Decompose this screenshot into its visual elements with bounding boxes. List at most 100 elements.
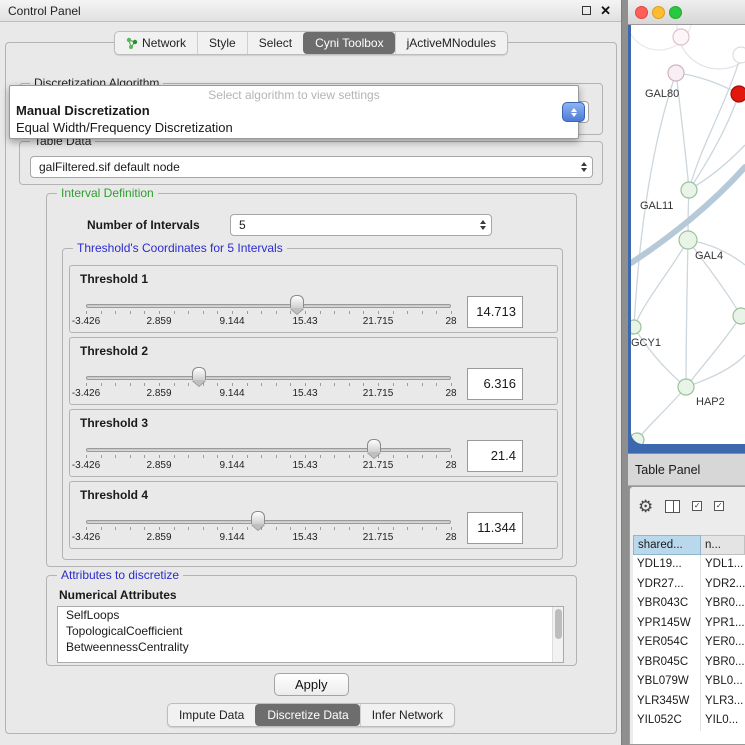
table-row[interactable]: YIL052CYIL0... <box>633 711 745 731</box>
tab-network[interactable]: Network <box>115 32 197 54</box>
tick-mark <box>86 383 87 386</box>
tab-style[interactable]: Style <box>197 32 247 54</box>
tick-mark <box>247 527 248 530</box>
attribute-item-betweennesscentrality[interactable]: BetweennessCentrality <box>58 639 563 655</box>
slider-track[interactable] <box>86 520 451 524</box>
node-top-right-faint[interactable] <box>733 47 745 63</box>
num-intervals-combobox[interactable]: 5 <box>230 214 492 236</box>
network-canvas[interactable]: GAL80GAL11GAL4GCY1HAP2 <box>631 25 745 444</box>
table-row[interactable]: YDL19...YDL1... <box>633 555 745 575</box>
threshold-value-field[interactable]: 14.713 <box>467 296 523 328</box>
node-gcy1[interactable] <box>631 320 641 334</box>
tab-select[interactable]: Select <box>247 32 303 54</box>
network-view-frame: GAL80GAL11GAL4GCY1HAP2 <box>628 25 745 453</box>
dropdown-item-manual-discretization[interactable]: Manual Discretization <box>10 102 578 119</box>
bottom-tab-infer-network[interactable]: Infer Network <box>360 704 454 726</box>
tick-mark <box>363 311 364 314</box>
slider-scale-label: 2.859 <box>146 388 171 399</box>
slider-track[interactable] <box>86 304 451 308</box>
tick-mark <box>174 455 175 458</box>
attributes-scrollbar[interactable] <box>552 607 563 662</box>
table-row[interactable]: YLR345WYLR3... <box>633 692 745 712</box>
algorithm-combobox-stepper[interactable] <box>562 102 585 122</box>
slider-scale-label: -3.426 <box>72 532 100 543</box>
slider-scale-label: 21.715 <box>363 388 394 399</box>
minimize-traffic-light[interactable] <box>652 6 665 19</box>
close-icon[interactable]: ✕ <box>600 3 611 19</box>
apply-button[interactable]: Apply <box>274 673 349 696</box>
node-gal80[interactable] <box>668 65 684 81</box>
network-edge <box>686 355 745 387</box>
tick-mark <box>130 383 131 386</box>
slider-track[interactable] <box>86 376 451 380</box>
attribute-item-topologicalcoefficient[interactable]: TopologicalCoefficient <box>58 623 563 639</box>
threshold-slider-4[interactable]: -3.4262.8599.14415.4321.71528 <box>86 508 451 548</box>
table-row[interactable]: YBR045CYBR0... <box>633 653 745 673</box>
dropdown-placeholder: Select algorithm to view settings <box>10 86 578 102</box>
table-row[interactable]: YDR27...YDR2... <box>633 575 745 595</box>
tick-mark <box>115 527 116 530</box>
tick-mark <box>407 383 408 386</box>
threshold-slider-3[interactable]: -3.4262.8599.14415.4321.71528 <box>86 436 451 476</box>
node-red[interactable] <box>731 86 745 102</box>
node-top-faint[interactable] <box>673 29 689 45</box>
threshold-value-field[interactable]: 21.4 <box>467 440 523 472</box>
table-row[interactable]: YER054CYER0... <box>633 633 745 653</box>
bottom-tab-impute-data[interactable]: Impute Data <box>168 704 255 726</box>
network-edge <box>686 240 688 387</box>
slider-thumb[interactable] <box>290 295 304 314</box>
tick-mark <box>378 527 379 530</box>
zoom-traffic-light[interactable] <box>669 6 682 19</box>
tick-mark <box>349 455 350 458</box>
slider-ticks <box>86 527 451 531</box>
slider-thumb[interactable] <box>251 511 265 530</box>
node-gal11[interactable] <box>681 182 697 198</box>
scrollbar-thumb[interactable] <box>555 609 562 639</box>
slider-thumb[interactable] <box>367 439 381 458</box>
cell-shared-name: YBR043C <box>633 594 701 614</box>
tick-mark <box>261 311 262 314</box>
tab-cyni-toolbox[interactable]: Cyni Toolbox <box>303 32 394 54</box>
tick-mark <box>159 527 160 530</box>
tick-mark <box>320 527 321 530</box>
tick-mark <box>144 527 145 530</box>
cell-name: YBR0... <box>701 653 745 673</box>
tick-mark <box>349 311 350 314</box>
dropdown-item-equal-width-frequency-discretization[interactable]: Equal Width/Frequency Discretization <box>10 119 578 136</box>
columns-icon[interactable] <box>665 500 680 513</box>
column-header-1[interactable]: shared... <box>633 535 701 555</box>
node-gal4[interactable] <box>679 231 697 249</box>
network-edge <box>689 145 745 190</box>
numerical-attributes-list[interactable]: SelfLoopsTopologicalCoefficientBetweenne… <box>57 606 564 663</box>
bottom-tab-discretize-data[interactable]: Discretize Data <box>255 704 359 726</box>
network-edge <box>676 73 739 94</box>
close-traffic-light[interactable] <box>635 6 648 19</box>
tab-jactivemnodules[interactable]: jActiveMNodules <box>395 32 507 54</box>
node-bottom[interactable] <box>631 433 644 444</box>
table-row[interactable]: YBL079WYBL0... <box>633 672 745 692</box>
tick-mark <box>86 455 87 458</box>
gear-icon[interactable]: ⚙ <box>638 498 653 515</box>
thresholds-group: Threshold's Coordinates for 5 Intervals … <box>62 248 563 560</box>
slider-track[interactable] <box>86 448 451 452</box>
threshold-value-field[interactable]: 11.344 <box>467 512 523 544</box>
checkbox-icon-1[interactable]: ✓ <box>692 501 702 511</box>
table-data-value: galFiltered.sif default node <box>39 160 180 174</box>
threshold-panel-3: Threshold 3-3.4262.8599.14415.4321.71528… <box>69 409 558 477</box>
table-data-combobox[interactable]: galFiltered.sif default node <box>30 156 593 178</box>
float-window-icon[interactable] <box>582 6 591 15</box>
attribute-item-selfloops[interactable]: SelfLoops <box>58 607 563 623</box>
slider-thumb-tip <box>251 524 265 530</box>
column-header-2[interactable]: n... <box>701 535 745 555</box>
node-right[interactable] <box>733 308 745 324</box>
slider-thumb[interactable] <box>192 367 206 386</box>
threshold-slider-2[interactable]: -3.4262.8599.14415.4321.71528 <box>86 364 451 404</box>
checkbox-icon-2[interactable]: ✓ <box>714 501 724 511</box>
threshold-slider-1[interactable]: -3.4262.8599.14415.4321.71528 <box>86 292 451 332</box>
tick-mark <box>393 455 394 458</box>
threshold-value-field[interactable]: 6.316 <box>467 368 523 400</box>
table-row[interactable]: YBR043CYBR0... <box>633 594 745 614</box>
node-hap2[interactable] <box>678 379 694 395</box>
table-row[interactable]: YPR145WYPR1... <box>633 614 745 634</box>
tick-mark <box>232 311 233 314</box>
